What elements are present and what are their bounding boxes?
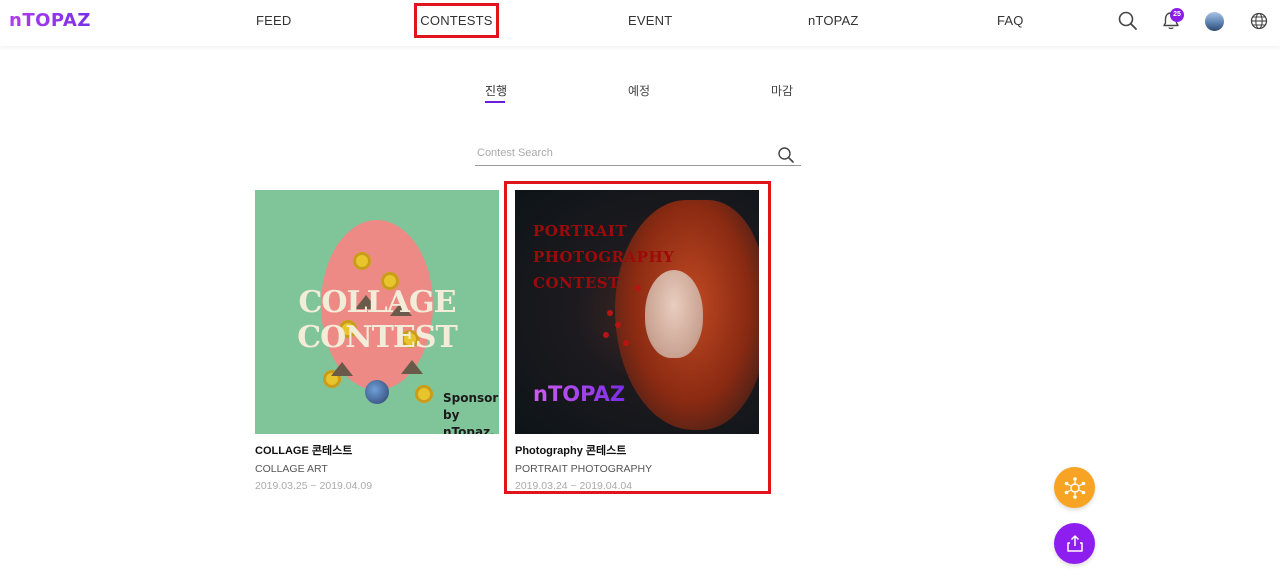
tab-ongoing[interactable]: 진행 [485,82,507,99]
top-header: nTOPAZ FEED CONTESTS EVENT nTOPAZ FAQ 25 [0,0,1280,46]
contest-thumbnail[interactable]: COLLAGE CONTEST Sponsored by nTopaz. [255,190,499,434]
nav-contests[interactable]: CONTESTS [414,3,499,38]
tab-active-indicator [485,101,505,103]
portrait-face [645,270,703,358]
berry-decoration [623,340,629,346]
search-icon[interactable] [1117,10,1139,32]
flower-decoration [353,252,371,270]
contest-search-box [475,142,801,166]
upload-icon [1066,534,1083,552]
tab-closed[interactable]: 마감 [771,82,793,99]
contest-search-input[interactable] [475,142,765,164]
contest-category: COLLAGE ART [255,463,328,475]
network-icon [1064,476,1085,499]
portrait-image-title: PORTRAIT PHOTOGRAPHY CONTEST [533,222,675,292]
ntopaz-logo[interactable]: nTOPAZ [9,10,91,31]
contest-title[interactable]: Photography 콘테스트 [515,442,761,458]
globe-decoration [365,380,389,404]
collage-sponsor-text: Sponsored by nTopaz. [443,391,499,434]
portrait-image-logo: nTOPAZ [533,382,626,406]
collage-image-title: COLLAGE CONTEST [297,285,458,355]
contest-dates: 2019.03.25 ~ 2019.04.09 [255,480,373,492]
berry-decoration [603,332,609,338]
notification-badge: 25 [1170,8,1184,22]
upload-fab-button[interactable] [1054,523,1095,564]
contest-card-collage[interactable]: COLLAGE CONTEST Sponsored by nTopaz. COL… [255,190,501,492]
flower-decoration [415,385,433,403]
avatar[interactable] [1205,12,1224,31]
contest-thumbnail[interactable]: PORTRAIT PHOTOGRAPHY CONTEST nTOPAZ [515,190,759,434]
nav-feed[interactable]: FEED [256,13,291,28]
contest-dates: 2019.03.24 ~ 2019.04.04 [515,480,633,492]
house-decoration [331,362,353,376]
globe-icon[interactable] [1248,10,1270,32]
house-decoration [401,360,423,374]
berry-decoration [615,322,621,328]
contest-title[interactable]: COLLAGE 콘테스트 [255,442,501,458]
network-fab-button[interactable] [1054,467,1095,508]
contest-card-photography[interactable]: PORTRAIT PHOTOGRAPHY CONTEST nTOPAZ Phot… [515,190,761,492]
nav-faq[interactable]: FAQ [997,13,1024,28]
nav-contests-label: CONTESTS [420,13,493,28]
search-icon[interactable] [776,145,796,165]
nav-event[interactable]: EVENT [628,13,672,28]
berry-decoration [607,310,613,316]
contest-category: PORTRAIT PHOTOGRAPHY [515,463,653,475]
nav-ntopaz[interactable]: nTOPAZ [808,13,859,28]
tab-upcoming[interactable]: 예정 [628,82,650,99]
